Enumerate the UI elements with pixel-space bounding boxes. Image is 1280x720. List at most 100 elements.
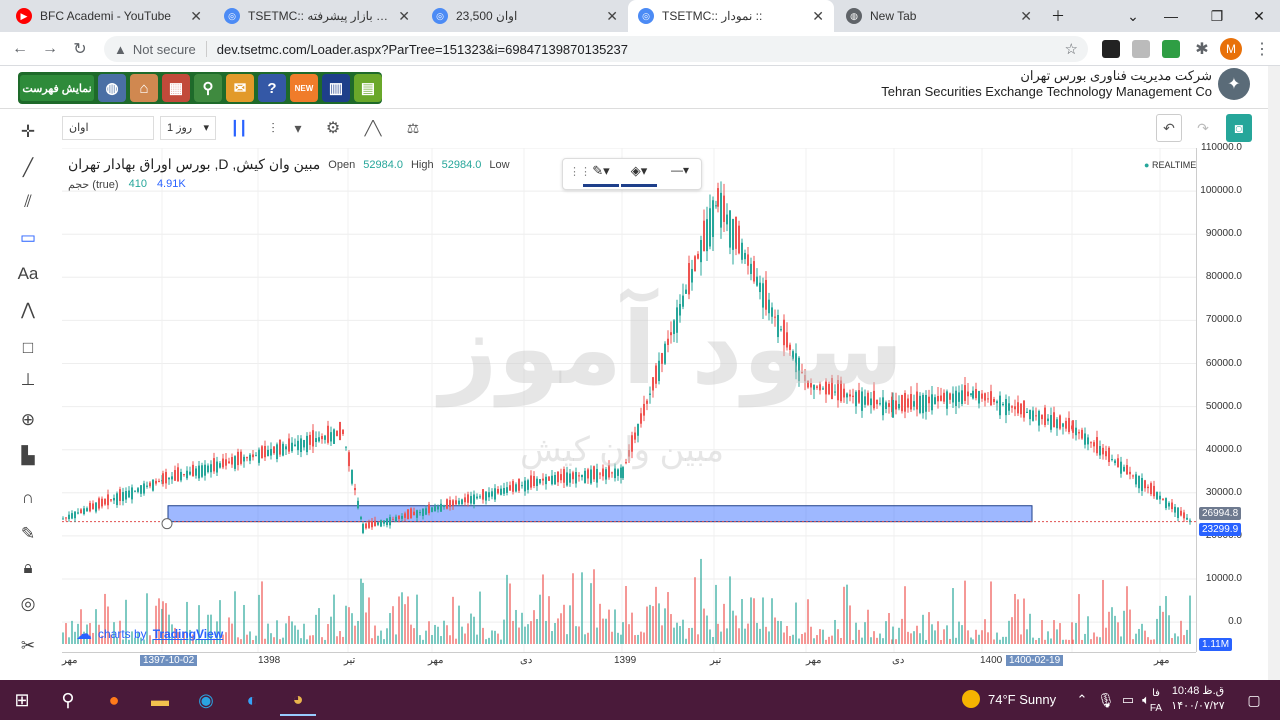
time-axis[interactable]: مهر 1397-10-02 1398 تیر مهر دی 1399 تیر مهر دی 140… — [62, 652, 1196, 670]
attribution-brand[interactable]: TradingView — [153, 627, 223, 641]
rectangle-tool-icon[interactable]: ▭ — [14, 224, 42, 252]
extension-icon[interactable] — [1102, 40, 1120, 58]
volume-bar — [228, 617, 230, 644]
pattern-icon[interactable]: ⋀ — [14, 296, 42, 324]
menu-icon[interactable]: ⋮ — [1250, 37, 1274, 61]
compare-icon[interactable]: ⚖ — [400, 114, 426, 142]
candle-body — [146, 485, 148, 487]
interval-select[interactable]: 1 روز ▾ — [160, 116, 216, 140]
candles-icon[interactable]: ┃┃ — [226, 114, 252, 142]
candle-body — [485, 491, 487, 501]
text-tool-icon[interactable]: Aa — [14, 260, 42, 288]
table-icon[interactable]: ▦ — [162, 74, 190, 102]
chevron-down-icon[interactable]: ▾ — [290, 114, 306, 142]
fill-color-button[interactable]: ◈▾ — [621, 163, 657, 187]
browser-tab[interactable]: ◎ اوان 23,500 ✕ — [422, 0, 628, 32]
price-axis[interactable]: 110000.0 100000.0 90000.0 80000.0 70000.0 600… — [1196, 142, 1256, 652]
language-indicator[interactable]: فا FA — [1146, 686, 1166, 716]
ruler-icon[interactable]: ▙ — [14, 442, 42, 470]
chrome-taskbar-icon[interactable]: ◕ — [280, 684, 316, 716]
search-icon[interactable]: ⚲ — [194, 74, 222, 102]
volume-bar — [1035, 639, 1037, 644]
new-tab-button[interactable]: ＋ — [1040, 0, 1076, 32]
indicators-icon[interactable]: ╱╲ — [360, 114, 386, 142]
new-badge-icon[interactable]: NEW — [290, 74, 318, 102]
firefox-icon[interactable]: ● — [96, 684, 132, 716]
line-color-button[interactable]: ✎▾ — [583, 163, 619, 187]
line-width-button[interactable]: —▾ — [663, 163, 697, 187]
crosshair-icon[interactable]: ✛ — [14, 118, 42, 146]
chat-icon[interactable]: ✉ — [226, 74, 254, 102]
magnet-icon[interactable]: ∩ — [14, 484, 42, 512]
lock-icon[interactable]: 🔒︎ — [14, 554, 42, 582]
file-explorer-icon[interactable]: ▬ — [142, 684, 178, 716]
volume-bar — [515, 609, 517, 644]
measure-icon[interactable]: ⊥ — [14, 366, 42, 394]
minimize-button[interactable]: — — [1148, 0, 1194, 32]
candle-body — [990, 391, 992, 406]
clock[interactable]: 10:48 ق.ظ ۱۴۰۰/۰۷/۲۷ — [1168, 684, 1228, 714]
show-list-button[interactable]: نمایش فهرست — [20, 75, 94, 101]
bookmark-star-icon[interactable]: ☆ — [1065, 40, 1078, 58]
close-window-button[interactable]: ✕ — [1236, 0, 1280, 32]
symbol-input[interactable]: اوان — [62, 116, 154, 140]
candle-body — [1129, 471, 1131, 475]
volume-bar — [907, 631, 909, 644]
candle-body — [987, 398, 989, 400]
close-tab-icon[interactable]: ✕ — [606, 8, 618, 25]
close-tab-icon[interactable]: ✕ — [812, 8, 824, 25]
browser-tab[interactable]: ◍ New Tab ✕ — [836, 0, 1042, 32]
translate-extension-icon[interactable] — [1162, 40, 1180, 58]
home-icon[interactable]: ⌂ — [130, 74, 158, 102]
eye-icon[interactable]: ◎ — [14, 590, 42, 618]
candle-body — [470, 496, 472, 504]
search-taskbar-icon[interactable]: ⚲ — [50, 684, 86, 716]
profile-avatar[interactable]: M — [1220, 38, 1242, 60]
maximize-button[interactable]: ❐ — [1194, 0, 1240, 32]
close-tab-icon[interactable]: ✕ — [398, 8, 410, 25]
chart-icon[interactable]: ▥ — [322, 74, 350, 102]
globe-icon[interactable]: ◍ — [98, 74, 126, 102]
redo-icon[interactable]: ↷ — [1190, 114, 1216, 142]
page-scrollbar[interactable] — [1268, 66, 1280, 680]
pitchfork-icon[interactable]: ⫽ — [14, 188, 42, 216]
volume-bar — [333, 594, 335, 644]
candle-body — [198, 465, 200, 479]
close-tab-icon[interactable]: ✕ — [190, 8, 202, 25]
navigation-bar: ← → ↻ ▲ Not secure dev.tsetmc.com/Loader… — [0, 32, 1280, 66]
back-icon[interactable]: ← — [8, 37, 32, 61]
weather-widget[interactable]: 74°F Sunny — [962, 690, 1056, 708]
reload-icon[interactable]: ↻ — [68, 37, 92, 61]
browser-tab[interactable]: ◎ TSETMC:: نمودار :: ✕ — [628, 0, 834, 32]
volume-bar — [351, 613, 353, 644]
trash-icon[interactable]: ✂ — [14, 632, 42, 660]
notifications-icon[interactable]: ▢ — [1236, 684, 1272, 716]
pencil-lock-icon[interactable]: ✎ — [14, 520, 42, 548]
candle-body — [192, 464, 194, 477]
volume-bar — [1084, 633, 1086, 644]
undo-icon[interactable]: ↶ — [1156, 114, 1182, 142]
windows-start-icon[interactable]: ⊞ — [4, 684, 40, 716]
browser-tab[interactable]: ◎ TSETMC:: ه بان بازار پیشرفته :: ✕ — [214, 0, 420, 32]
candle-body — [222, 458, 224, 468]
grid-icon[interactable]: ▤ — [354, 74, 382, 102]
telegram-icon[interactable]: ◉ — [188, 684, 224, 716]
volume-bar — [990, 581, 992, 644]
candle-body — [928, 396, 930, 404]
close-tab-icon[interactable]: ✕ — [1020, 8, 1032, 25]
zoom-icon[interactable]: ⊕ — [14, 406, 42, 434]
volume-bar — [798, 638, 800, 644]
help-icon[interactable]: ? — [258, 74, 286, 102]
shape-icon[interactable]: □ — [14, 334, 42, 362]
trend-line-icon[interactable]: ╱ — [14, 154, 42, 182]
bars-icon[interactable]: ⫶ — [260, 114, 286, 142]
extension-icon[interactable] — [1132, 40, 1150, 58]
camera-icon[interactable]: ◙ — [1226, 114, 1252, 142]
edge-icon[interactable]: ◐ — [234, 684, 270, 716]
forward-icon[interactable]: → — [38, 37, 62, 61]
tradingview-attribution[interactable]: ☁ charts by TradingView — [76, 624, 223, 644]
puzzle-icon[interactable]: ✱ — [1190, 37, 1214, 61]
settings-icon[interactable]: ⚙ — [320, 114, 346, 142]
browser-tab[interactable]: ▶ BFC Academi - YouTube ✕ — [6, 0, 212, 32]
address-bar[interactable]: ▲ Not secure dev.tsetmc.com/Loader.aspx?… — [104, 36, 1088, 62]
